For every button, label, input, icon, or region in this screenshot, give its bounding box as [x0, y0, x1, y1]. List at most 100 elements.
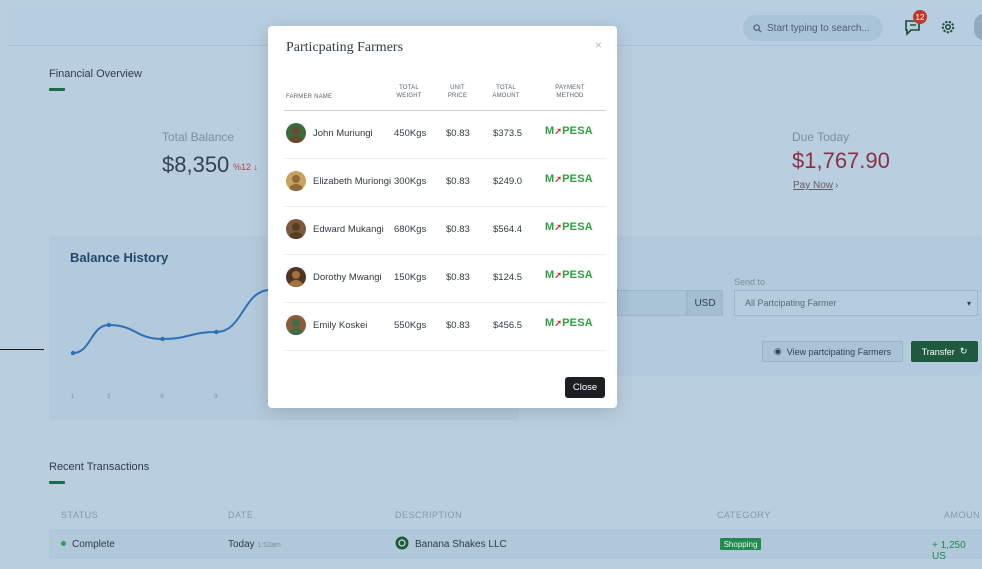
gear-icon[interactable]	[940, 19, 956, 35]
send-to-value: All Partcipating Farmer	[745, 298, 837, 308]
mpesa-arrow-icon: ➚	[554, 174, 563, 184]
farmer-weight: 680Kgs	[394, 224, 427, 235]
th-total-weight: TOTAL WEIGHT	[396, 85, 422, 99]
amount-input[interactable]	[617, 290, 687, 316]
tx-amount: + 1,250 US	[932, 540, 966, 562]
table-row: Elizabeth Muriongi 300Kgs $0.83 $249.0 M➚PES…	[284, 159, 606, 207]
farmer-avatar	[286, 171, 306, 191]
modal-title: Particpating Farmers	[286, 40, 404, 55]
th-farmer-name: FARMER NAME	[286, 94, 333, 100]
farmer-avatar	[286, 267, 306, 287]
farmer-avatar	[286, 315, 306, 335]
farmer-unit-price: $0.83	[446, 176, 470, 187]
balance-point	[160, 336, 165, 342]
transfer-label: Transfer	[921, 346, 955, 357]
farmer-total-amount: $249.0	[493, 176, 523, 187]
th-payment-method: PAYMENT METHOD	[555, 85, 585, 99]
tx-status: Complete	[72, 539, 115, 550]
view-farmers-button[interactable]: ◉ View partcipating Farmers	[762, 341, 903, 362]
farmer-weight: 450Kgs	[394, 128, 427, 139]
close-button[interactable]: Close	[565, 377, 605, 398]
table-row: Dorothy Mwangi 150Kgs $0.83 $124.5 M➚PESA	[284, 255, 606, 303]
balance-point	[70, 350, 76, 356]
mpesa-logo: M➚PESA	[545, 269, 593, 281]
section-underline	[49, 88, 65, 91]
due-today-amount: $1,767.90	[792, 148, 890, 173]
farmer-total-amount: $456.5	[493, 320, 523, 331]
farmer-total-amount: $373.5	[493, 128, 523, 139]
search-input[interactable]: Start typing to search...	[743, 15, 883, 41]
farmer-name: Elizabeth Muriongi	[313, 176, 392, 187]
balance-point	[214, 329, 219, 335]
farmer-avatar	[286, 123, 306, 143]
category-badge: Shopping	[720, 538, 761, 550]
balance-change: %12 ↓	[233, 162, 259, 172]
currency-label: USD	[687, 290, 723, 316]
close-icon[interactable]: ×	[595, 38, 602, 52]
recent-transactions-title: Recent Transactions	[49, 461, 150, 473]
x-tick-label: 9	[214, 394, 218, 400]
arrow-down-icon: ↓	[253, 162, 259, 172]
chevron-down-icon: ▾	[966, 299, 971, 308]
farmer-unit-price: $0.83	[446, 224, 470, 235]
total-balance-value: $8,350	[162, 152, 230, 177]
farmer-weight: 150Kgs	[394, 272, 427, 283]
x-tick-label: 1	[71, 394, 75, 400]
tx-description: Banana Shakes LLC	[415, 539, 507, 550]
mpesa-arrow-icon: ➚	[554, 126, 563, 136]
mpesa-arrow-icon: ➚	[554, 270, 563, 280]
due-today-label: Due Today	[792, 130, 850, 144]
send-to-select[interactable]: All Partcipating Farmer ▾	[734, 290, 978, 316]
tx-date: Today 1:52am	[228, 539, 281, 550]
th-total-amount: TOTAL AMOUNT	[492, 85, 520, 99]
x-tick-label: 6	[160, 394, 164, 400]
transfer-button[interactable]: Transfer ↻	[911, 341, 978, 362]
mpesa-arrow-icon: ➚	[554, 318, 563, 328]
status-dot	[61, 541, 66, 546]
col-amount: AMOUN	[944, 510, 980, 520]
farmer-weight: 550Kgs	[394, 320, 427, 331]
mpesa-arrow-icon: ➚	[554, 222, 563, 232]
table-row: Emily Koskei 550Kgs $0.83 $456.5 M➚PESA	[284, 303, 606, 351]
farmer-name: Edward Mukangi	[313, 224, 384, 235]
farmer-total-amount: $564.4	[493, 224, 523, 235]
farmer-weight: 300Kgs	[394, 176, 427, 187]
farmer-avatar	[286, 219, 306, 239]
farmer-unit-price: $0.83	[446, 272, 470, 283]
pay-now-link[interactable]: Pay Now	[793, 180, 833, 191]
balance-line	[72, 289, 270, 354]
col-status: STATUS	[61, 510, 99, 520]
balance-history-title: Balance History	[70, 250, 169, 265]
table-row: John Muriungi 450Kgs $0.83 $373.5 M➚PESA	[284, 111, 606, 159]
table-row: Edward Mukangi 680Kgs $0.83 $564.4 M➚PESA	[284, 207, 606, 255]
x-tick-label: 3	[106, 394, 111, 400]
col-category: CATEGORY	[717, 510, 771, 520]
farmer-total-amount: $124.5	[493, 272, 523, 283]
mpesa-logo: M➚PESA	[545, 125, 593, 137]
section-underline	[49, 481, 65, 484]
total-balance-label: Total Balance	[162, 130, 235, 144]
col-description: DESCRIPTION	[395, 510, 463, 520]
send-to-label: Send to	[734, 277, 766, 287]
user-avatar[interactable]	[974, 14, 982, 40]
chevron-right-icon: ›	[835, 180, 839, 191]
farmer-name: John Muriungi	[313, 128, 373, 139]
balance-point	[106, 322, 112, 328]
farmer-unit-price: $0.83	[446, 320, 470, 331]
th-unit-price: UNIT PRICE	[447, 85, 468, 99]
view-farmers-label: View partcipating Farmers	[786, 346, 892, 357]
eye-icon: ◉	[773, 346, 782, 356]
financial-overview-title: Financial Overview	[49, 68, 142, 80]
notification-badge: 12	[913, 10, 927, 24]
search-placeholder: Start typing to search...	[767, 22, 870, 34]
farmer-name: Emily Koskei	[313, 320, 368, 331]
col-date: DATE	[228, 510, 254, 520]
merchant-logo-icon	[395, 536, 409, 550]
mpesa-logo: M➚PESA	[545, 221, 593, 233]
mpesa-logo: M➚PESA	[545, 317, 593, 329]
mpesa-logo: M➚PESA	[545, 173, 593, 185]
divider-line	[0, 349, 44, 350]
farmer-name: Dorothy Mwangi	[313, 272, 382, 283]
search-icon	[753, 23, 762, 33]
table-row[interactable]	[49, 529, 982, 559]
